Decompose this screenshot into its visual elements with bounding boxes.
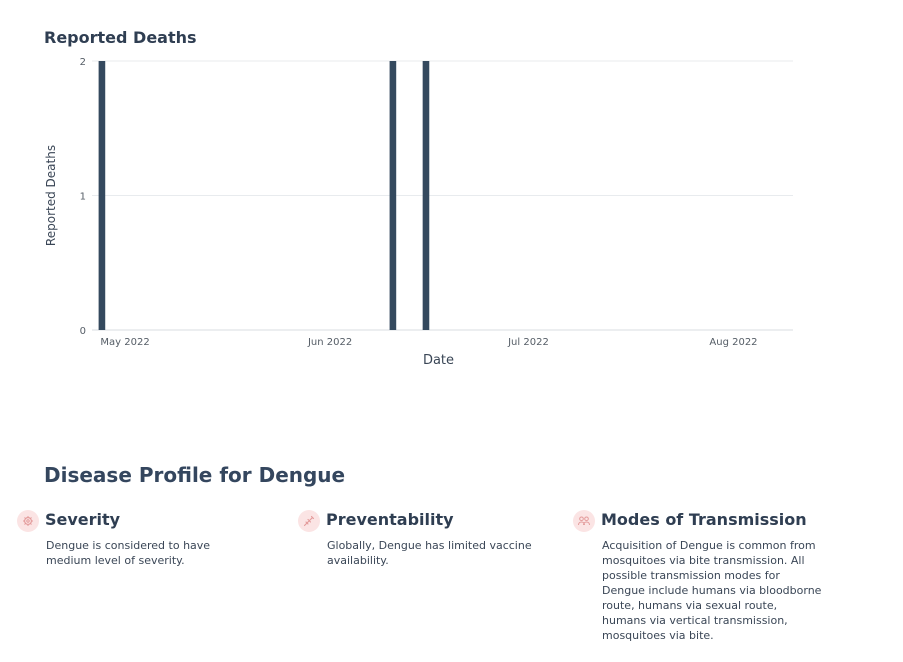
severity-gear-icon xyxy=(17,510,39,532)
y-axis-label: Reported Deaths xyxy=(44,145,58,246)
reported-deaths-chart: 0 1 2 May 2022 Jun 2022 Jul 2022 Aug 2022 Date R… xyxy=(44,57,793,368)
x-tick-label: Aug 2022 xyxy=(709,337,757,348)
severity-heading: Severity xyxy=(45,510,121,529)
preventability-description: Globally, Dengue has limited vaccine ava… xyxy=(327,539,532,567)
severity-description: Dengue is considered to have medium leve… xyxy=(46,539,211,567)
bar xyxy=(98,61,106,330)
x-tick-label: May 2022 xyxy=(100,337,149,348)
x-axis-label: Date xyxy=(423,353,454,368)
transmission-description: Acquisition of Dengue is common from mos… xyxy=(602,539,822,642)
y-tick-label: 0 xyxy=(80,326,86,337)
transmission-heading: Modes of Transmission xyxy=(601,510,807,529)
people-icon xyxy=(573,510,595,532)
disease-profile-title: Disease Profile for Dengue xyxy=(44,463,346,487)
y-tick-label: 2 xyxy=(80,57,86,68)
y-tick-label: 1 xyxy=(80,192,86,203)
x-tick-label: Jul 2022 xyxy=(507,337,549,348)
bar xyxy=(422,61,430,330)
preventability-heading: Preventability xyxy=(326,510,454,529)
syringe-icon xyxy=(298,510,320,532)
x-tick-label: Jun 2022 xyxy=(307,337,352,348)
bar xyxy=(389,61,397,330)
